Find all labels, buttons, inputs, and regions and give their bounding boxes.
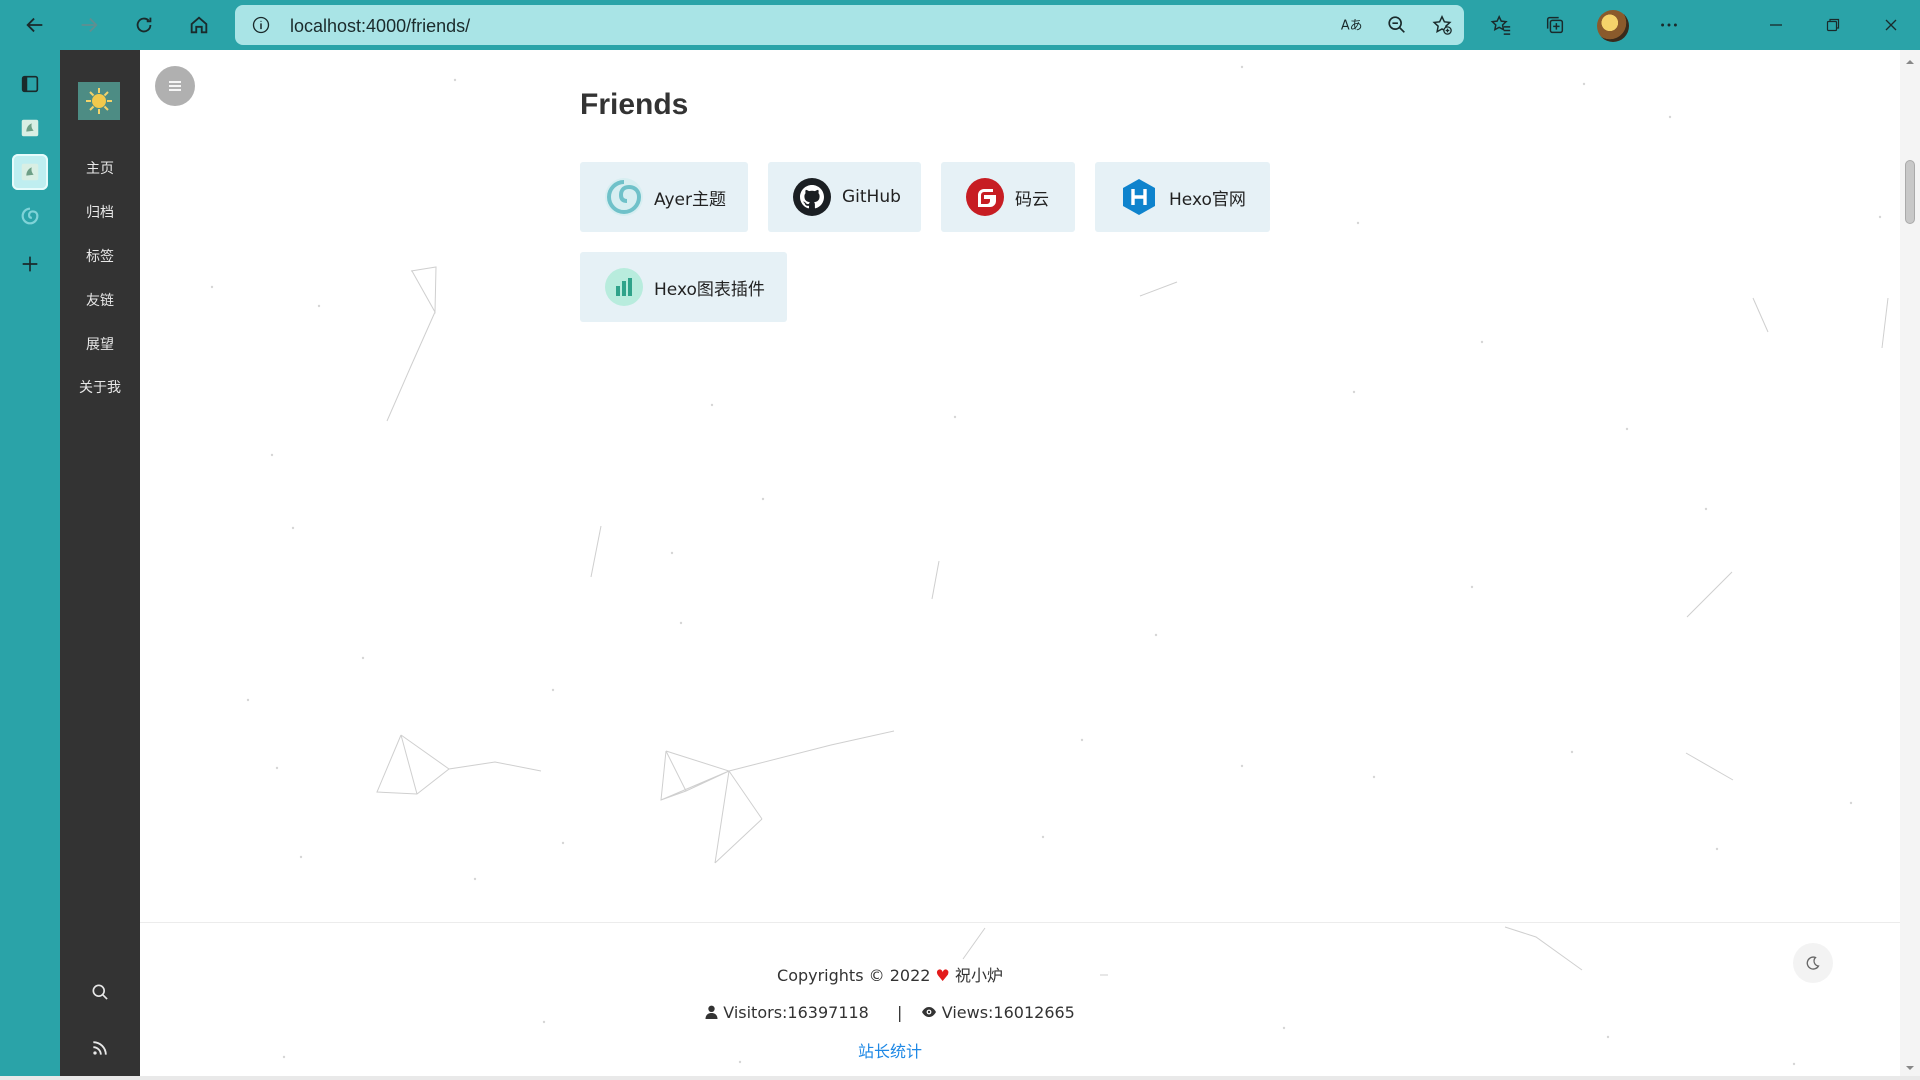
moon-icon bbox=[1806, 956, 1820, 970]
github-icon bbox=[792, 177, 832, 217]
sidebar-item-about[interactable]: 关于我 bbox=[60, 377, 140, 397]
hexo-icon bbox=[1119, 177, 1159, 217]
home-icon bbox=[190, 16, 208, 34]
scroll-up-icon[interactable] bbox=[1904, 56, 1916, 68]
tab-actions-button[interactable] bbox=[12, 66, 48, 102]
ellipsis-icon bbox=[1661, 23, 1677, 27]
vertical-tab-strip bbox=[0, 50, 60, 1080]
refresh-icon bbox=[136, 17, 152, 33]
restore-button[interactable] bbox=[1819, 12, 1847, 38]
gitee-icon bbox=[965, 177, 1005, 217]
site-logo[interactable] bbox=[78, 82, 120, 120]
sidebar-item-tags[interactable]: 标签 bbox=[60, 246, 140, 266]
close-button[interactable] bbox=[1877, 12, 1905, 38]
tab-panel-icon bbox=[21, 75, 39, 93]
user-icon bbox=[705, 1005, 718, 1019]
tab-favicon-3[interactable] bbox=[12, 198, 48, 234]
search-icon bbox=[92, 984, 108, 1000]
window-bottom-edge bbox=[0, 1076, 1920, 1080]
friend-link-ayer[interactable]: Ayer主题 bbox=[580, 162, 748, 232]
sidebar-item-archive[interactable]: 归档 bbox=[60, 202, 140, 222]
footer-divider bbox=[140, 922, 1900, 923]
ayer-swirl-icon bbox=[604, 177, 644, 217]
more-menu-button[interactable] bbox=[1655, 11, 1683, 39]
browser-toolbar: localhost:4000/friends/ Aあ bbox=[0, 0, 1920, 50]
friend-name: Hexo官网 bbox=[1169, 189, 1246, 210]
eye-icon bbox=[921, 1007, 936, 1017]
site-favicon-icon bbox=[21, 163, 39, 181]
copyright-text: Copyrights © 2022 bbox=[777, 966, 931, 985]
add-favorite-button[interactable] bbox=[1430, 13, 1454, 37]
collections-icon bbox=[1546, 16, 1564, 34]
page-scrollbar[interactable] bbox=[1900, 50, 1920, 1080]
friend-link-gitee[interactable]: 码云 bbox=[941, 162, 1075, 232]
sidebar-item-home[interactable]: 主页 bbox=[60, 158, 140, 178]
minimize-button[interactable] bbox=[1762, 12, 1790, 38]
page-title: Friends bbox=[580, 88, 689, 121]
search-button[interactable] bbox=[87, 979, 113, 1005]
blog-sidebar: 主页 归档 标签 友链 展望 关于我 bbox=[60, 50, 140, 1080]
main-content: Friends Ayer主题 GitHub 码云 Hexo官网 Hexo图表插件… bbox=[140, 50, 1900, 1080]
menu-toggle-button[interactable] bbox=[155, 66, 195, 106]
sidebar-item-outlook[interactable]: 展望 bbox=[60, 334, 140, 354]
sidebar-item-friends[interactable]: 友链 bbox=[60, 290, 140, 310]
collections-button[interactable] bbox=[1541, 11, 1569, 39]
friend-name: 码云 bbox=[1015, 189, 1049, 210]
translate-icon: Aあ bbox=[1341, 19, 1362, 34]
author-name: 祝小炉 bbox=[954, 966, 1003, 985]
restore-icon bbox=[1826, 18, 1840, 32]
friend-link-github[interactable]: GitHub bbox=[768, 162, 921, 232]
friend-name: Ayer主题 bbox=[654, 189, 726, 210]
heart-icon: ♥ bbox=[935, 966, 950, 985]
sun-logo-icon bbox=[86, 88, 112, 114]
back-button[interactable] bbox=[17, 7, 53, 43]
zoom-button[interactable] bbox=[1385, 13, 1409, 37]
friend-link-hexo-charts[interactable]: Hexo图表插件 bbox=[580, 252, 787, 322]
swirl-favicon-icon bbox=[21, 207, 39, 225]
views-count: Views:16012665 bbox=[941, 1003, 1075, 1022]
tab-favicon-active[interactable] bbox=[12, 154, 48, 190]
site-favicon-icon bbox=[21, 119, 39, 137]
dark-mode-toggle[interactable] bbox=[1793, 943, 1833, 983]
rss-icon bbox=[93, 1041, 107, 1055]
forward-button[interactable] bbox=[71, 7, 107, 43]
rss-button[interactable] bbox=[87, 1035, 113, 1061]
chart-plugin-icon bbox=[604, 267, 644, 307]
tab-favicon-1[interactable] bbox=[12, 110, 48, 146]
scroll-thumb[interactable] bbox=[1905, 160, 1915, 224]
plus-icon bbox=[22, 256, 38, 272]
url-text[interactable]: localhost:4000/friends/ bbox=[290, 16, 470, 37]
footer-stats: Visitors:16397118 | Views:16012665 bbox=[140, 1003, 1640, 1022]
favorites-button[interactable] bbox=[1487, 11, 1515, 39]
svg-text:Aあ: Aあ bbox=[1341, 19, 1362, 34]
address-bar[interactable]: localhost:4000/friends/ Aあ bbox=[235, 5, 1464, 45]
scroll-down-icon[interactable] bbox=[1904, 1062, 1916, 1074]
home-button[interactable] bbox=[181, 7, 217, 43]
favorites-icon bbox=[1490, 15, 1511, 35]
star-add-icon bbox=[1432, 15, 1452, 35]
footer-copyright: Copyrights © 2022 ♥ 祝小炉 bbox=[140, 962, 1640, 986]
refresh-button[interactable] bbox=[126, 7, 162, 43]
read-aloud-button[interactable]: Aあ bbox=[1339, 13, 1363, 37]
site-stats-link[interactable]: 站长统计 bbox=[140, 1038, 1640, 1062]
close-icon bbox=[1885, 19, 1897, 31]
friend-link-hexo[interactable]: Hexo官网 bbox=[1095, 162, 1270, 232]
hamburger-icon bbox=[169, 81, 181, 91]
stats-separator: | bbox=[897, 1003, 903, 1022]
minimize-icon bbox=[1770, 24, 1782, 26]
visitors-count: Visitors:16397118 bbox=[723, 1003, 869, 1022]
new-tab-button[interactable] bbox=[12, 246, 48, 282]
friend-name: Hexo图表插件 bbox=[654, 279, 765, 300]
zoom-out-icon bbox=[1388, 16, 1405, 33]
arrow-left-icon bbox=[26, 17, 43, 33]
info-icon[interactable] bbox=[251, 15, 271, 35]
friend-name: GitHub bbox=[842, 187, 901, 207]
arrow-right-icon bbox=[81, 17, 98, 33]
profile-avatar[interactable] bbox=[1597, 10, 1629, 42]
